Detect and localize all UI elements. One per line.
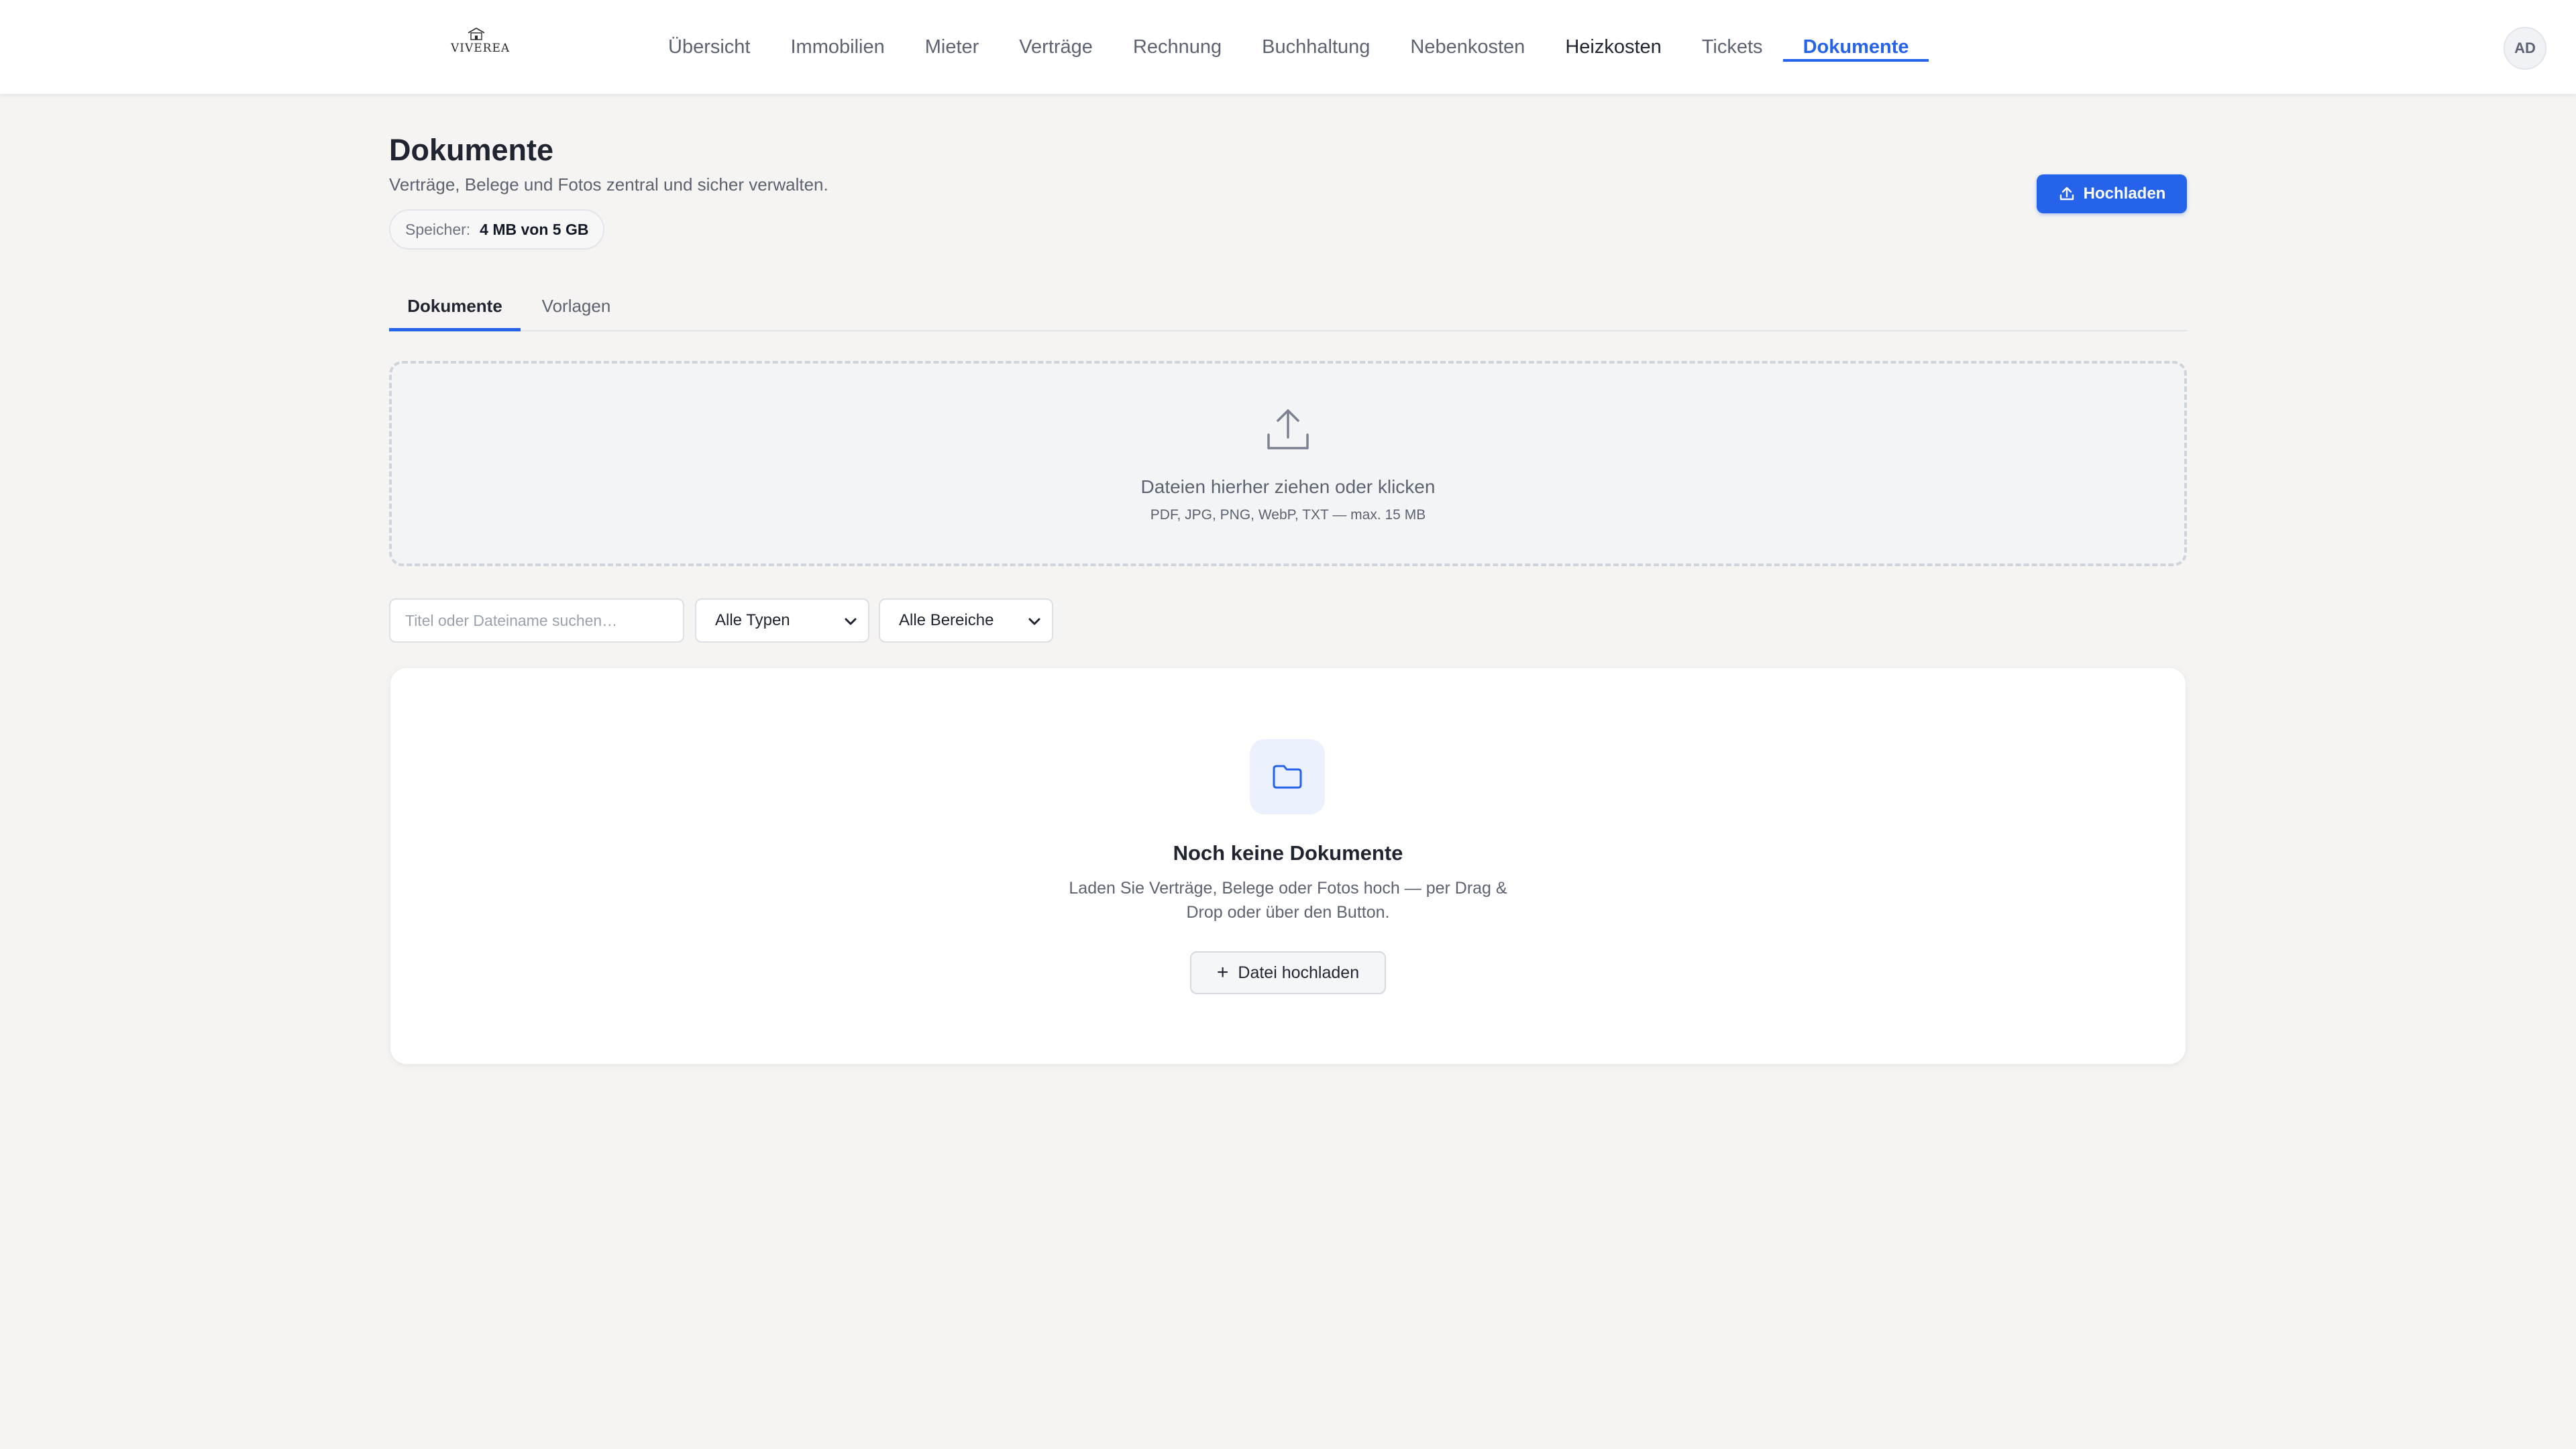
chevron-down-icon: [845, 618, 857, 625]
upload-button[interactable]: Hochladen: [2037, 174, 2187, 213]
storage-label: Speicher:: [405, 220, 471, 238]
tab-vorlagen[interactable]: Vorlagen: [521, 282, 632, 330]
dropzone-title: Dateien hierher ziehen oder klicken: [1140, 476, 1436, 497]
folder-icon: [1273, 765, 1302, 789]
upload-button-label: Hochladen: [2083, 184, 2166, 203]
chevron-down-icon: [1028, 618, 1040, 625]
tab-dokumente[interactable]: Dokumente: [389, 282, 521, 331]
folder-icon-container: [1250, 739, 1325, 814]
main-nav: Übersicht Immobilien Mieter Verträge Rec…: [648, 0, 1929, 94]
nav-item-tickets[interactable]: Tickets: [1682, 0, 1783, 94]
top-navigation-bar: VIVEREA Übersicht Immobilien Mieter Vert…: [0, 0, 2576, 94]
tab-bar: Dokumente Vorlagen: [389, 282, 2187, 331]
dropzone-hint: PDF, JPG, PNG, WebP, TXT — max. 15 MB: [1150, 507, 1426, 523]
page-subtitle: Verträge, Belege und Fotos zentral und s…: [389, 174, 828, 195]
nav-item-buchhaltung[interactable]: Buchhaltung: [1242, 0, 1390, 94]
nav-item-heizkosten[interactable]: Heizkosten: [1545, 0, 1681, 94]
file-dropzone[interactable]: Dateien hierher ziehen oder klicken PDF,…: [389, 361, 2187, 566]
nav-item-nebenkosten[interactable]: Nebenkosten: [1390, 0, 1545, 94]
upload-file-button-label: Datei hochladen: [1238, 963, 1360, 982]
upload-tray-icon: [1267, 409, 1309, 449]
user-avatar[interactable]: AD: [2504, 27, 2546, 70]
documents-empty-state: Noch keine Dokumente Laden Sie Verträge,…: [390, 668, 2186, 1064]
area-filter-select[interactable]: Alle Bereiche: [879, 598, 1053, 643]
brand-logo[interactable]: VIVEREA: [451, 27, 511, 55]
upload-file-button[interactable]: + Datei hochladen: [1190, 951, 1386, 994]
nav-item-rechnung[interactable]: Rechnung: [1113, 0, 1242, 94]
nav-item-uebersicht[interactable]: Übersicht: [648, 0, 771, 94]
empty-state-description: Laden Sie Verträge, Belege oder Fotos ho…: [1069, 879, 1507, 922]
nav-item-immobilien[interactable]: Immobilien: [771, 0, 905, 94]
storage-usage-badge: Speicher: 4 MB von 5 GB: [389, 209, 605, 250]
nav-item-dokumente[interactable]: Dokumente: [1782, 0, 1929, 94]
brand-name: VIVEREA: [451, 42, 511, 55]
nav-item-mieter[interactable]: Mieter: [905, 0, 1000, 94]
empty-state-title: Noch keine Dokumente: [1173, 841, 1403, 865]
upload-icon: [2059, 186, 2074, 201]
nav-item-vertraege[interactable]: Verträge: [999, 0, 1113, 94]
type-filter-select[interactable]: Alle Typen: [695, 598, 869, 643]
storage-value: 4 MB von 5 GB: [480, 220, 589, 238]
area-filter-value: Alle Bereiche: [899, 611, 994, 629]
page-title: Dokumente: [389, 133, 554, 167]
house-logo-icon: [468, 28, 485, 40]
plus-icon: +: [1216, 961, 1229, 983]
search-input[interactable]: [389, 598, 684, 643]
type-filter-value: Alle Typen: [715, 611, 790, 629]
